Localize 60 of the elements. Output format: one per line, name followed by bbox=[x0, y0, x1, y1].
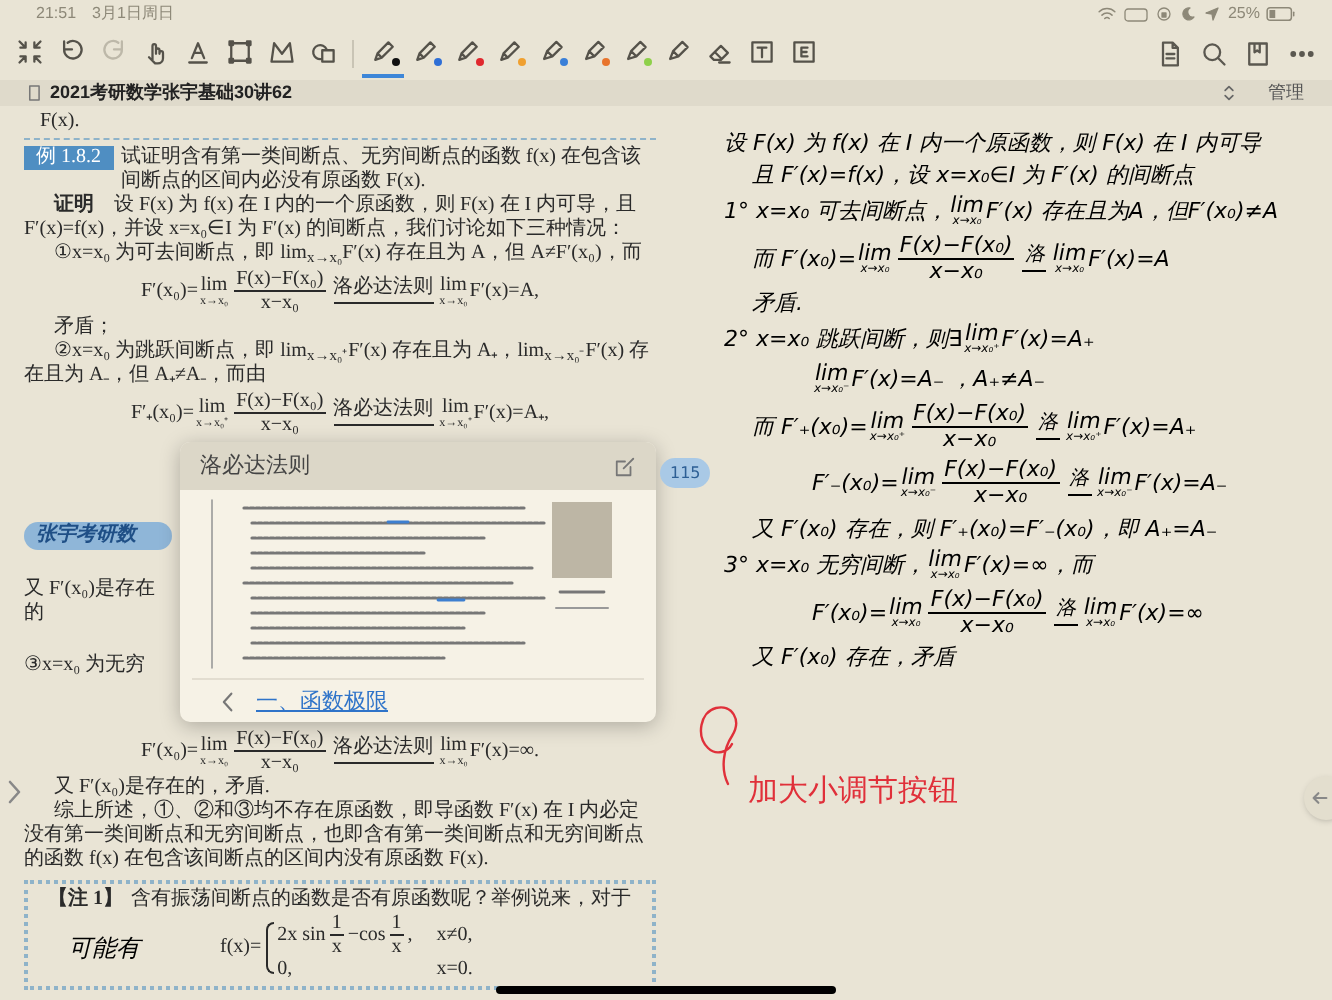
example-label: 例 1.8.2 bbox=[24, 146, 113, 170]
handwritten-line: 设 F(x) 为 f(x) 在 I 内一个原函数，则 F(x) 在 I 内可导 bbox=[724, 130, 1264, 156]
handwritten-annotation: 加大小调节按钮 bbox=[748, 777, 958, 804]
orientation-lock-icon bbox=[1155, 6, 1172, 22]
document-icon bbox=[28, 84, 42, 102]
wifi-icon bbox=[1097, 6, 1116, 22]
left-arrow-icon bbox=[1312, 790, 1328, 806]
paragraph: 矛盾； bbox=[52, 316, 116, 340]
logo-banner: 张宇考研数 bbox=[24, 522, 172, 550]
pen-icon bbox=[369, 38, 397, 66]
page-number-badge: 115 bbox=[660, 458, 711, 488]
shapes-icon bbox=[309, 38, 337, 66]
popover-title: 洛必达法则 bbox=[200, 454, 312, 478]
moon-icon bbox=[1179, 6, 1196, 22]
paragraph: ③x=x₀ 为无穷 bbox=[24, 654, 148, 678]
pen-icon bbox=[495, 38, 523, 66]
battery-icon bbox=[1266, 6, 1296, 22]
paragraph: ①x=x₀ 为可去间断点，即 lim$_{x→x₀}$F′(x) 存在且为 A，但 A≠F′(x₀)，而 bbox=[52, 242, 644, 266]
location-icon bbox=[1203, 6, 1220, 22]
back-chevron-icon[interactable] bbox=[220, 691, 236, 711]
pen-icon bbox=[453, 38, 481, 66]
sort-icon[interactable] bbox=[1222, 84, 1236, 102]
handwritten-line: 又 F′(x₀) 存在，则 F′₊(x₀)=F′₋(x₀)，即 A₊=A₋ bbox=[750, 515, 1220, 542]
rectangle-select-icon bbox=[225, 38, 253, 66]
extract-icon bbox=[789, 38, 817, 66]
marker-icon bbox=[537, 38, 565, 66]
handwritten-note: 可能有 bbox=[68, 935, 140, 959]
lasso-icon bbox=[267, 38, 295, 66]
handwritten-line: 且 F′(x)=f(x)，设 x=x₀∈I 为 F′(x) 的间断点 bbox=[750, 162, 1198, 188]
text-style-icon bbox=[183, 38, 211, 66]
manage-button[interactable]: 管理 bbox=[1268, 79, 1304, 107]
example-text: 试证明含有第一类间断点、无穷间断点的函数 f(x) 在包含该间断点的区间内必没有原函数 F(x). bbox=[121, 146, 643, 193]
paragraph: ②x=x₀ 为跳跃间断点，即 lim$_{x→x₀⁺}$F′(x) 存在且为 A₊，lim$_{x→x₀⁻}$F′(x) 存在且为 A₋，但 A₊≠A₋，而由 bbox=[24, 340, 652, 388]
edit-icon[interactable] bbox=[614, 455, 636, 477]
marker-icon bbox=[579, 38, 607, 66]
paragraph: 综上所述，①、②和③均不存在原函数，即导函数 F′(x) 在 I 内必定没有第一类间断点和无穷间断点，也即含有第一类间断点和无穷间断点的函数 f(x) 在包含该间断点的区间内没有原函数 F(x). bbox=[24, 800, 646, 872]
handwritten-line: 矛盾. bbox=[750, 290, 805, 317]
undo-icon bbox=[57, 38, 85, 66]
search-icon bbox=[1200, 40, 1228, 68]
marker-icon bbox=[621, 38, 649, 66]
redo-icon bbox=[99, 38, 127, 66]
marker-icon bbox=[663, 38, 691, 66]
document-title: 2021考研数学张宇基础30讲62 bbox=[50, 79, 293, 106]
note-label: 【注 1】 bbox=[48, 888, 123, 910]
status-time: 21:51 bbox=[36, 2, 77, 26]
paragraph: 又 F′(x₀)是存在的，矛盾. bbox=[52, 776, 272, 799]
bookmark-icon bbox=[1244, 40, 1272, 68]
text-box-icon bbox=[747, 38, 775, 66]
note-text: 含有振荡间断点的函数是否有原函数呢？举例说来，对于 bbox=[131, 888, 631, 910]
paragraph: F(x). bbox=[24, 110, 656, 140]
battery-percentage: 25% bbox=[1227, 2, 1260, 26]
handwritten-line: 又 F′(x₀) 存在，矛盾 bbox=[750, 643, 959, 670]
status-date: 3月1日周日 bbox=[92, 2, 174, 26]
document-icon bbox=[1156, 40, 1184, 68]
paragraph: 又 F′(x₀)是存在的 bbox=[24, 578, 157, 626]
back-link[interactable]: 一、函数极限 bbox=[256, 689, 388, 713]
paragraph: 证明 设 F(x) 为 f(x) 在 I 内的一个原函数，则 F(x) 在 I 内可导，且 F′(x)=f(x)，并设 x=x₀∈I 为 F′(x) 的间断点，我们讨论如下三种情况： bbox=[24, 194, 639, 241]
collapse-icon bbox=[15, 38, 43, 66]
page-turn-chevron-icon[interactable] bbox=[6, 780, 22, 804]
pen-icon bbox=[411, 38, 439, 66]
